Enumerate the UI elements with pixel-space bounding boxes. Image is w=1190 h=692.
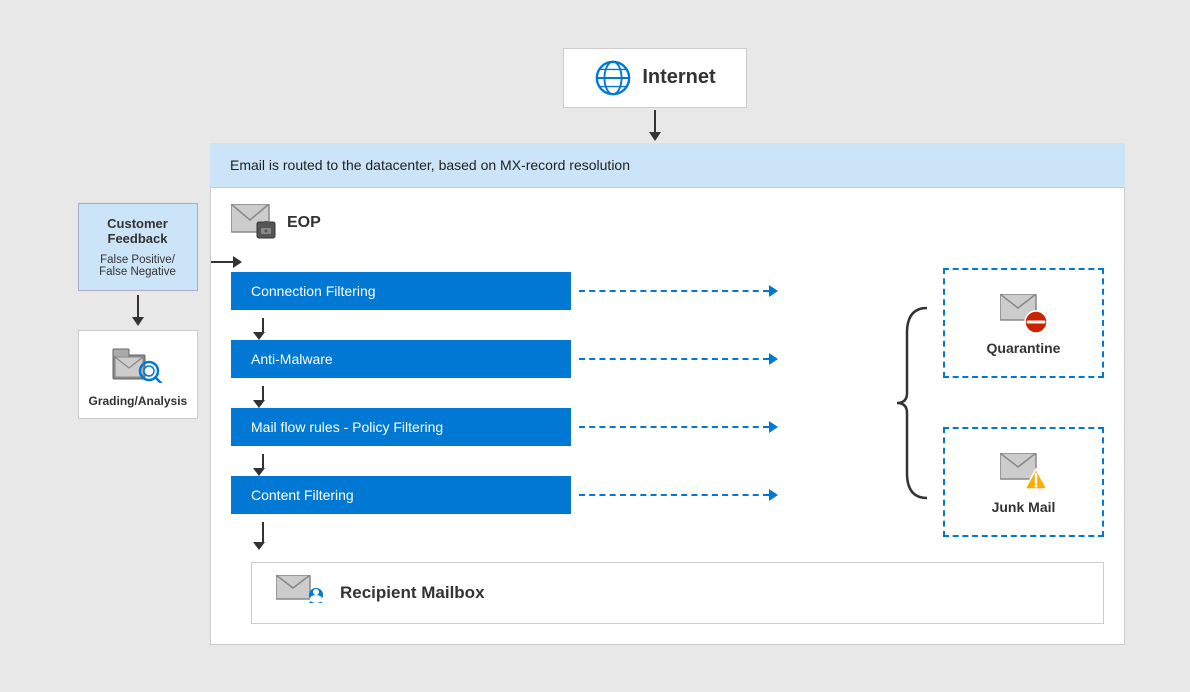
recipient-icon — [276, 575, 328, 611]
policy-filtering-btn[interactable]: Mail flow rules - Policy Filtering — [231, 408, 571, 446]
connection-dashed-arrow — [579, 285, 778, 297]
arrow-to-recipient — [231, 522, 889, 550]
arrow-malware-to-policy — [231, 386, 889, 408]
curly-brace — [889, 256, 939, 550]
junk-mail-icon — [1000, 453, 1048, 493]
eop-box: EOP Connection Filtering — [210, 187, 1125, 645]
mx-banner-text: Email is routed to the datacenter, based… — [230, 157, 630, 173]
arrow-connection-to-malware — [231, 318, 889, 340]
internet-box: Internet — [563, 48, 746, 108]
globe-icon — [594, 59, 632, 97]
recipient-mailbox-label: Recipient Mailbox — [340, 583, 485, 603]
connection-filtering-btn[interactable]: Connection Filtering — [231, 272, 571, 310]
filter-row-malware: Anti-Malware — [231, 340, 889, 378]
content-filtering-btn[interactable]: Content Filtering — [231, 476, 571, 514]
content-dashed-arrow — [579, 489, 778, 501]
mx-banner: Email is routed to the datacenter, based… — [210, 143, 1125, 187]
filters-section: Connection Filtering — [231, 256, 1104, 550]
quarantine-box: Quarantine — [943, 268, 1104, 378]
policy-dashed-arrow — [579, 421, 778, 433]
internet-arrow — [649, 110, 661, 141]
customer-feedback-subtitle: False Positive/ False Negative — [89, 254, 187, 278]
grading-box: Grading/Analysis — [78, 330, 198, 419]
arrow-policy-to-content — [231, 454, 889, 476]
customer-feedback-box: Customer Feedback False Positive/ False … — [78, 203, 198, 291]
filters-column: Connection Filtering — [231, 256, 889, 550]
eop-icon — [231, 204, 277, 242]
center-column: Email is routed to the datacenter, based… — [210, 143, 1125, 645]
right-boxes: Quarantine — [939, 256, 1104, 550]
recipient-mailbox-box: Recipient Mailbox — [251, 562, 1104, 624]
eop-label: EOP — [287, 214, 321, 232]
internet-label: Internet — [642, 66, 715, 89]
filter-row-policy: Mail flow rules - Policy Filtering — [231, 408, 889, 446]
anti-malware-btn[interactable]: Anti-Malware — [231, 340, 571, 378]
grading-label: Grading/Analysis — [89, 394, 187, 408]
junk-mail-label: Junk Mail — [992, 499, 1056, 515]
filter-row-connection: Connection Filtering — [231, 272, 889, 310]
quarantine-label: Quarantine — [987, 340, 1061, 356]
eop-header: EOP — [231, 204, 1104, 242]
left-column: Customer Feedback False Positive/ False … — [65, 143, 210, 645]
quarantine-icon — [1000, 294, 1048, 334]
malware-dashed-arrow — [579, 353, 778, 365]
junk-mail-box: Junk Mail — [943, 427, 1104, 537]
grading-icon — [111, 341, 165, 383]
customer-feedback-title: Customer Feedback — [89, 216, 187, 246]
feedback-to-grading-arrow — [132, 295, 144, 326]
brace-icon — [897, 303, 932, 503]
filter-row-content: Content Filtering — [231, 476, 889, 514]
